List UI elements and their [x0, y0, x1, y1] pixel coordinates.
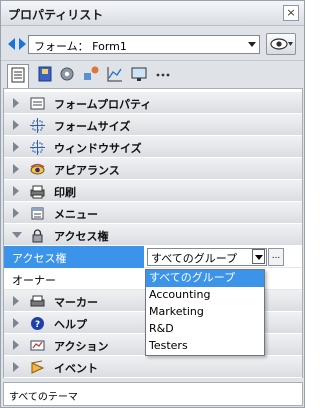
category-form-size[interactable]: フォームサイズ	[4, 114, 302, 136]
access-value: すべてのグループ	[151, 252, 238, 265]
property-name-cell: オーナー	[4, 268, 144, 290]
property-name: アクセス権	[12, 252, 67, 265]
more-icon[interactable]	[153, 64, 175, 86]
category-label: ウィンドウサイズ	[54, 142, 142, 155]
print-icon	[30, 185, 45, 199]
form-properties-icon	[30, 97, 45, 110]
property-name: オーナー	[12, 274, 56, 287]
chart-icon[interactable]	[105, 64, 127, 86]
form-selector-row: フォーム： Form1	[1, 27, 304, 60]
chevron-right-icon[interactable]	[13, 98, 19, 108]
chevron-right-icon[interactable]	[13, 340, 19, 350]
access-value-combo[interactable]: すべてのグループ	[147, 248, 267, 266]
title-bar: プロパティリスト ×	[1, 1, 304, 26]
chevron-down-icon	[248, 42, 256, 47]
form-size-icon	[30, 118, 45, 133]
marker-icon	[30, 295, 45, 307]
category-event[interactable]: イベント	[4, 356, 302, 378]
category-label: マーカー	[54, 296, 98, 309]
list-icon[interactable]	[7, 64, 29, 89]
chevron-right-icon[interactable]	[13, 208, 19, 218]
dropdown-option[interactable]: Accounting	[146, 287, 264, 304]
help-icon: ?	[31, 317, 44, 330]
dropdown-option[interactable]: Marketing	[146, 304, 264, 321]
nav-arrows-icon[interactable]	[8, 38, 26, 50]
property-name-cell: アクセス権	[4, 246, 144, 268]
chevron-right-icon[interactable]	[13, 164, 19, 174]
shapes-icon[interactable]	[81, 64, 103, 86]
property-row-access[interactable]: アクセス権 すべてのグループ ...	[4, 246, 302, 268]
event-icon	[31, 360, 45, 374]
appearance-icon	[30, 163, 45, 175]
category-label: 印刷	[54, 186, 76, 199]
svg-text:?: ?	[35, 320, 40, 330]
category-window-size[interactable]: ウィンドウサイズ	[4, 136, 302, 158]
chevron-right-icon[interactable]	[13, 362, 19, 372]
category-form-properties[interactable]: フォームプロパティ	[4, 92, 302, 114]
status-bar: すべてのテーマ	[3, 382, 303, 406]
category-label: ヘルプ	[54, 318, 87, 331]
lock-icon	[32, 229, 43, 243]
ellipsis-button[interactable]: ...	[268, 248, 284, 266]
dropdown-option[interactable]: R&D	[146, 321, 264, 338]
menu-icon	[31, 207, 44, 220]
category-label: フォームサイズ	[54, 120, 131, 133]
chevron-right-icon[interactable]	[13, 120, 19, 130]
chevron-right-icon[interactable]	[13, 142, 19, 152]
category-label: イベント	[54, 362, 98, 375]
form-select[interactable]: フォーム： Form1	[28, 35, 260, 54]
dropdown-option[interactable]: Testers	[146, 338, 264, 355]
close-button[interactable]: ×	[283, 5, 299, 21]
category-label: アピアランス	[54, 164, 120, 177]
category-toolbar	[1, 60, 304, 89]
category-appearance[interactable]: アピアランス	[4, 158, 302, 180]
chevron-down-icon[interactable]	[12, 232, 22, 238]
action-icon	[30, 340, 45, 351]
dropdown-option[interactable]: すべてのグループ	[146, 270, 264, 287]
book-icon[interactable]	[35, 64, 57, 86]
category-print[interactable]: 印刷	[4, 180, 302, 202]
dropdown-arrow-button[interactable]	[252, 249, 265, 264]
chevron-right-icon[interactable]	[13, 186, 19, 196]
category-label: アクション	[54, 340, 109, 353]
category-access-rights[interactable]: アクセス権	[4, 224, 302, 246]
property-list-panel: プロパティリスト × フォーム： Form1 フォームプロパティ フォームサイズ…	[0, 0, 305, 408]
window-size-icon	[30, 140, 45, 155]
group-dropdown-list: すべてのグループ Accounting Marketing R&D Tester…	[145, 269, 265, 356]
view-options-button[interactable]	[266, 33, 296, 55]
status-text: すべてのテーマ	[9, 392, 78, 403]
category-label: メニュー	[54, 208, 98, 221]
form-select-value: フォーム： Form1	[34, 40, 127, 53]
category-label: アクセス権	[54, 230, 109, 243]
category-menu[interactable]: メニュー	[4, 202, 302, 224]
category-label: フォームプロパティ	[54, 98, 152, 111]
eye-icon	[270, 38, 293, 50]
chevron-right-icon[interactable]	[13, 296, 19, 306]
monitor-icon[interactable]	[129, 64, 151, 86]
chevron-right-icon[interactable]	[13, 318, 19, 328]
gear-icon[interactable]	[57, 64, 79, 86]
window-title: プロパティリスト	[8, 8, 104, 22]
